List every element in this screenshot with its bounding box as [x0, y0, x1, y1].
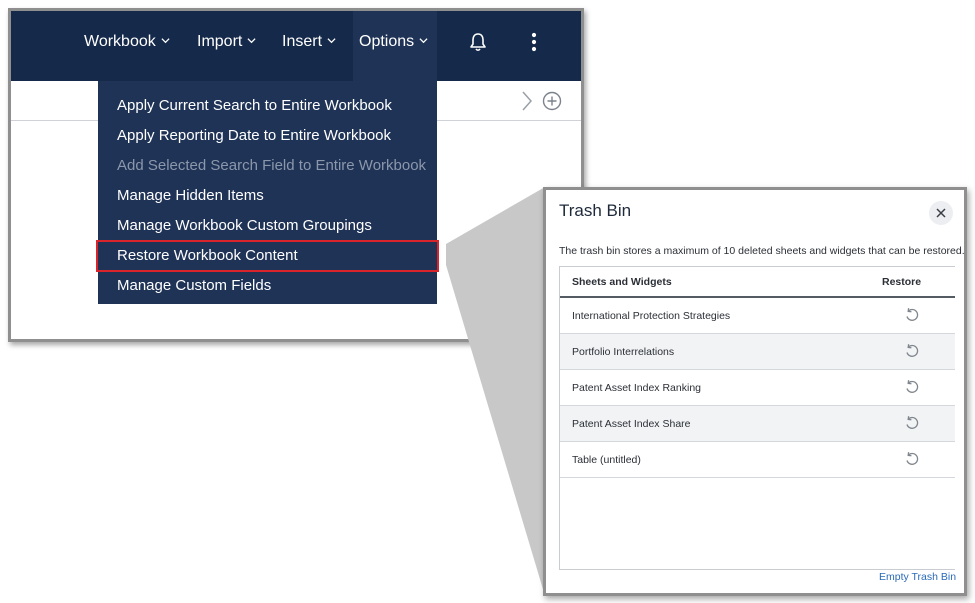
options-dropdown-menu: Apply Current Search to Entire Workbook … [96, 81, 439, 304]
close-button[interactable] [929, 201, 953, 225]
nav-menu-label: Insert [282, 33, 323, 50]
menu-item-apply-current-search[interactable]: Apply Current Search to Entire Workbook [98, 91, 437, 121]
empty-trash-bin-link[interactable]: Empty Trash Bin [879, 571, 956, 583]
add-circle-icon[interactable] [542, 91, 562, 111]
nav-menu-label: Workbook [84, 33, 156, 50]
chevron-down-icon [247, 38, 256, 44]
nav-menu-label: Options [359, 33, 415, 50]
menu-item-add-selected-search-field: Add Selected Search Field to Entire Work… [117, 157, 427, 174]
trash-bin-table: Sheets and Widgets Restore International… [559, 266, 955, 570]
row-name: Table (untitled) [572, 454, 641, 466]
dialog-title: Trash Bin [559, 201, 632, 220]
table-row: Table (untitled) [560, 442, 955, 478]
table-row: International Protection Strategies [560, 298, 955, 334]
bell-icon[interactable] [467, 31, 489, 53]
restore-icon[interactable] [904, 415, 920, 431]
nav-menu-options[interactable]: Options [353, 11, 437, 81]
row-name: Patent Asset Index Ranking [572, 382, 701, 394]
chevron-down-icon [327, 38, 336, 44]
table-row: Portfolio Interrelations [560, 334, 955, 370]
app-screenshot-frame: Workbook Import Insert Options Apply Cur… [8, 8, 584, 342]
restore-icon[interactable] [904, 343, 920, 359]
trash-bin-dialog: Trash Bin The trash bin stores a maximum… [543, 187, 967, 596]
menu-item-manage-custom-groupings[interactable]: Manage Workbook Custom Groupings [98, 211, 437, 241]
menu-item-restore-workbook-content[interactable]: Restore Workbook Content [96, 240, 439, 272]
table-row: Patent Asset Index Ranking [560, 370, 955, 406]
top-navigation-bar: Workbook Import Insert Options [11, 11, 581, 81]
nav-menu-import[interactable]: Import [191, 11, 262, 81]
restore-icon[interactable] [904, 379, 920, 395]
nav-menu-workbook[interactable]: Workbook [78, 11, 176, 81]
restore-icon[interactable] [904, 307, 920, 323]
chevron-down-icon [419, 38, 428, 44]
nav-menu-insert[interactable]: Insert [276, 11, 342, 81]
chevron-down-icon [161, 38, 170, 44]
menu-item-manage-custom-fields[interactable]: Manage Custom Fields [98, 271, 437, 301]
restore-icon[interactable] [904, 451, 920, 467]
menu-item-apply-reporting-date[interactable]: Apply Reporting Date to Entire Workbook [98, 121, 437, 151]
close-icon [936, 208, 946, 218]
row-name: International Protection Strategies [572, 310, 731, 322]
more-vertical-icon[interactable] [523, 31, 545, 53]
table-row: Patent Asset Index Share [560, 406, 955, 442]
table-header: Sheets and Widgets Restore [560, 267, 955, 298]
column-header-restore: Restore [882, 276, 922, 288]
column-header-sheets-and-widgets: Sheets and Widgets [572, 276, 672, 288]
menu-item-manage-hidden-items[interactable]: Manage Hidden Items [98, 181, 437, 211]
row-name: Portfolio Interrelations [572, 346, 675, 358]
nav-menu-label: Import [197, 33, 243, 50]
row-name: Patent Asset Index Share [572, 418, 691, 430]
dialog-description: The trash bin stores a maximum of 10 del… [559, 245, 965, 257]
chevron-right-icon[interactable] [520, 90, 534, 112]
